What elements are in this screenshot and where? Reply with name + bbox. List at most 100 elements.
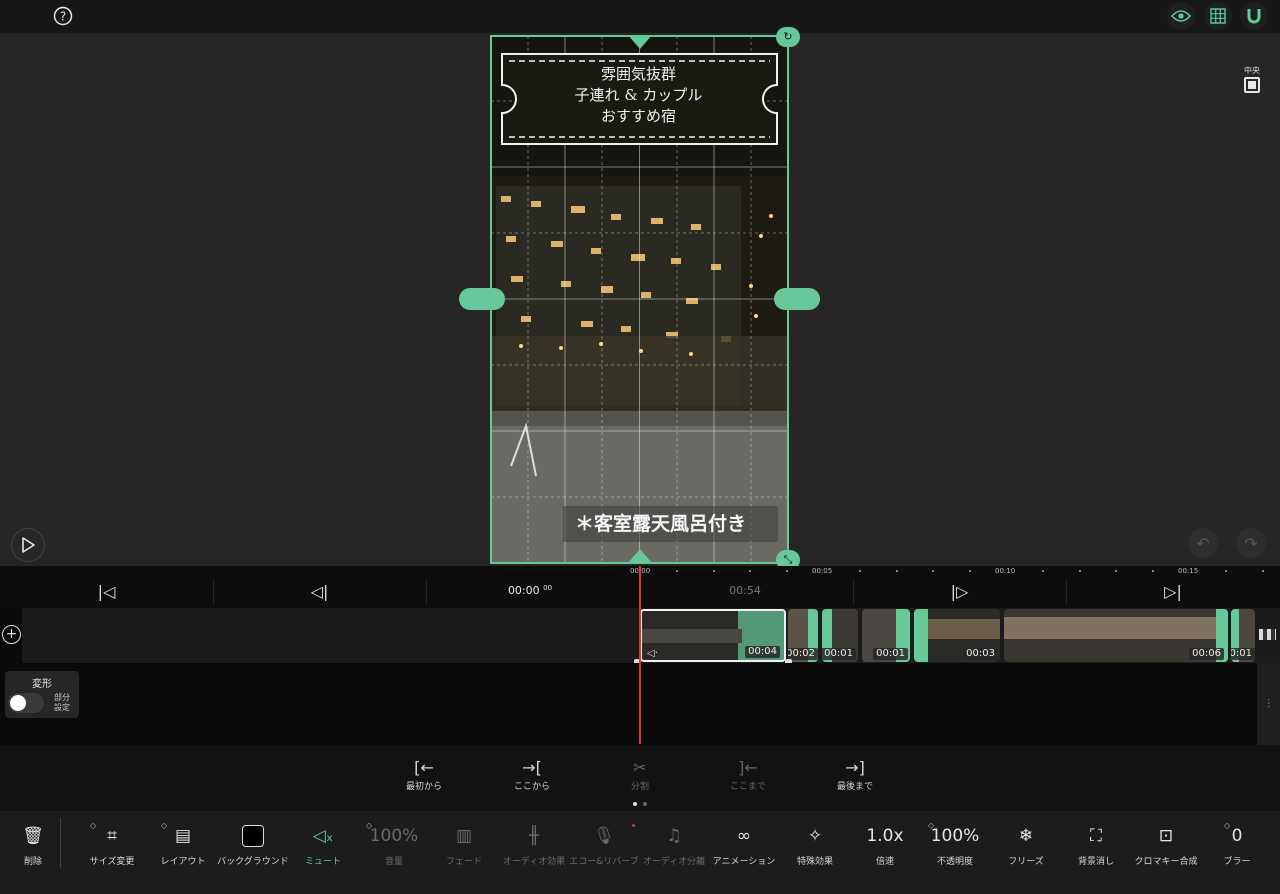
fade-button[interactable]: ▥ フェード	[424, 820, 504, 867]
clip-6[interactable]: 00:06	[1004, 609, 1228, 662]
tool-label: フェード	[445, 857, 482, 867]
person-ai-icon: ⛶	[1090, 826, 1102, 846]
ruler-label: 00:15	[1178, 567, 1199, 575]
page-dot[interactable]	[643, 802, 647, 806]
clip-duration: 00:06	[1189, 648, 1224, 660]
tool-label: レイアウト	[160, 857, 206, 867]
subtool-label: 最後まで	[836, 782, 873, 792]
layout-button[interactable]: ▤ レイアウト	[143, 820, 223, 867]
waveform-icon: ╫	[528, 826, 540, 846]
special-effects-button[interactable]: ✧ 特殊効果	[775, 820, 855, 867]
top-resize-handle[interactable]	[628, 35, 652, 49]
clip-3[interactable]: 00:01	[822, 609, 858, 662]
tool-label: オーディオ効果	[502, 857, 566, 867]
clip-7[interactable]: 00:01	[1231, 609, 1255, 662]
eye-icon[interactable]	[1167, 2, 1195, 30]
current-frames: 00	[543, 584, 553, 592]
next-frame-icon[interactable]: |▷	[853, 575, 1066, 607]
left-resize-handle[interactable]	[459, 288, 505, 310]
clip-2[interactable]: 00:02	[788, 609, 818, 662]
tool-label: 削除	[23, 857, 42, 867]
background-icon	[213, 820, 293, 852]
undo-icon[interactable]: ↶	[1188, 528, 1218, 558]
bottom-resize-handle[interactable]	[628, 549, 652, 563]
background-button[interactable]: バックグラウンド	[213, 820, 293, 867]
transform-toggle[interactable]	[8, 693, 44, 713]
trim-end-icon: →]	[845, 758, 865, 777]
center-label: 中央	[1244, 66, 1260, 75]
volume-button[interactable]: 100% 音量	[354, 820, 434, 867]
tool-label: サイズ変更	[89, 857, 135, 867]
ruler-label: 00:10	[995, 567, 1016, 575]
delete-button[interactable]: 🗑 削除	[0, 820, 73, 867]
tool-label: オーディオ分離	[642, 857, 706, 867]
tool-label: バックグラウンド	[217, 857, 289, 867]
ticket-line-1: 雰囲気抜群	[600, 65, 676, 83]
magnet-icon[interactable]	[1240, 2, 1268, 30]
resize-button[interactable]: ⌗ サイズ変更	[72, 820, 152, 867]
tool-label: フリーズ	[1008, 857, 1044, 867]
clip-5[interactable]: 00:03	[914, 609, 1000, 662]
tool-label: エコー&リバーブ	[569, 857, 639, 867]
help-icon[interactable]: ?	[49, 2, 77, 30]
clip-duration: 00:03	[963, 648, 998, 660]
video-canvas[interactable]: 雰囲気抜群 子連れ & カップル おすすめ宿 ＊客室露天風呂付き	[491, 36, 788, 563]
current-time-value: 00:00	[507, 584, 540, 597]
trim-start-button[interactable]: [← 最初から	[389, 757, 459, 792]
to-here-button[interactable]: ]← ここまで	[713, 757, 783, 792]
clip-duration: 00:02	[788, 648, 818, 660]
snowflake-icon: ❄	[1018, 826, 1034, 846]
audio-effect-button[interactable]: ╫ オーディオ効果	[494, 820, 574, 867]
tool-label: クロマキー合成	[1134, 857, 1198, 867]
center-align-icon[interactable]	[1244, 77, 1260, 93]
split-button[interactable]: ✂ 分割	[605, 757, 675, 792]
opacity-button[interactable]: 100% 不透明度	[915, 820, 995, 867]
speed-button[interactable]: 1.0x 倍速	[845, 820, 925, 867]
rotate-handle-icon[interactable]: ↻	[776, 27, 800, 47]
audio-split-icon: ♫	[666, 826, 682, 846]
tool-label: ミュート	[304, 857, 341, 867]
transform-panel: 変形 部分 設定	[5, 671, 79, 718]
audio-waveform-icon[interactable]: ⫶	[1257, 663, 1280, 745]
redo-icon[interactable]: ↷	[1236, 528, 1266, 558]
ticket-text[interactable]: 雰囲気抜群 子連れ & カップル おすすめ宿	[521, 64, 756, 127]
blur-value: 0	[1231, 826, 1243, 846]
magic-wand-icon: ✧	[807, 826, 823, 846]
volume-value: 100%	[369, 826, 419, 846]
clip-4[interactable]: 00:01	[862, 609, 910, 662]
total-time: 00:54	[729, 584, 761, 597]
current-time: 00:00 00	[440, 584, 620, 597]
animation-button[interactable]: ∞ アニメーション	[704, 820, 784, 867]
clip-duration: 00:01	[822, 648, 856, 660]
mute-button[interactable]: ◁ₓ ミュート	[283, 820, 363, 867]
blur-button[interactable]: 0 ブラー	[1197, 820, 1277, 867]
transform-title: 変形	[32, 679, 52, 690]
clip-duration: 00:04	[745, 646, 780, 658]
jump-to-start-icon[interactable]: |◁	[0, 575, 213, 607]
trim-end-button[interactable]: →] 最後まで	[820, 757, 890, 792]
end-marker-icon	[1259, 629, 1276, 640]
echo-reverb-button[interactable]: 🎙 エコー&リバーブ	[564, 820, 644, 867]
right-resize-handle[interactable]	[774, 288, 820, 310]
clip-duration: 00:01	[873, 648, 908, 660]
add-track-icon[interactable]: +	[2, 625, 21, 644]
from-here-button[interactable]: →[ここから	[497, 757, 567, 792]
subtool-label: 最初から	[405, 782, 442, 792]
caption-text[interactable]: ＊客室露天風呂付き	[563, 506, 778, 542]
subtool-label: ここまで	[729, 782, 766, 792]
grid-icon[interactable]	[1204, 2, 1232, 30]
animation-icon: ∞	[736, 826, 752, 846]
prev-frame-icon[interactable]: ◁|	[213, 575, 426, 607]
bg-remove-button[interactable]: ⛶ 背景消し	[1056, 820, 1136, 867]
to-here-icon: ]←	[738, 758, 758, 777]
tool-label: 倍速	[875, 857, 894, 867]
freeze-button[interactable]: ❄ フリーズ	[986, 820, 1066, 867]
audio-split-button[interactable]: ♫ オーディオ分離	[634, 820, 714, 867]
playhead[interactable]	[639, 566, 641, 744]
opacity-value: 100%	[930, 826, 980, 846]
chroma-key-button[interactable]: ⊡ クロマキー合成	[1126, 820, 1206, 867]
jump-to-end-icon[interactable]: ▷|	[1066, 575, 1280, 607]
clip-selected[interactable]: ◁· 00:04	[640, 609, 786, 662]
play-button[interactable]	[11, 528, 45, 562]
clip-duration: 00:01	[1231, 648, 1255, 660]
